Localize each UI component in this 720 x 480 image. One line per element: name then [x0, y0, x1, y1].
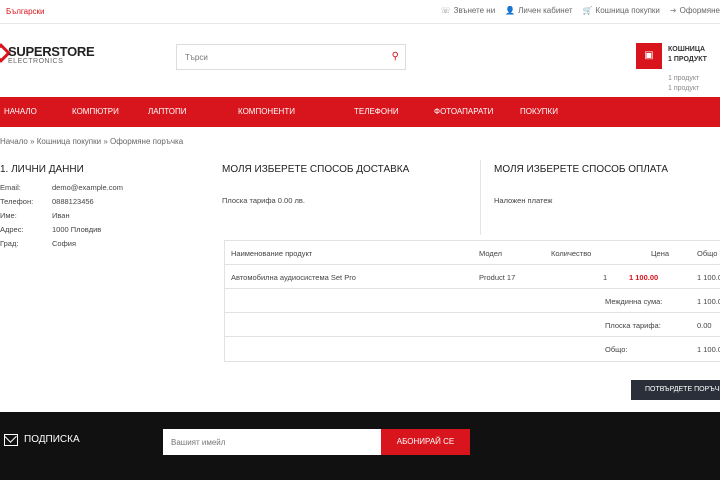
personal-data-section: 1. ЛИЧНИ ДАННИ Email: demo@example.com Те…: [0, 164, 210, 253]
logo-subtitle: ELECTRONICS: [8, 58, 64, 65]
cart-subline: 1 продукт: [668, 75, 700, 82]
cart-count: 1 ПРОДУКТ: [668, 56, 707, 63]
table-header: Наименование продукт Модел Количество Це…: [225, 241, 720, 265]
info-value: Иван: [52, 211, 70, 220]
summary-value: 0.00: [697, 321, 712, 330]
top-link-label: Оформяне: [679, 6, 720, 15]
top-link-phone[interactable]: ☏ Звънете ни: [441, 6, 496, 15]
payment-option[interactable]: Наложен платеж: [494, 196, 720, 205]
info-value: София: [52, 239, 77, 248]
nav-item-phones[interactable]: ТЕЛЕФОНИ: [354, 107, 399, 116]
payment-section: МОЛЯ ИЗБЕРЕТЕ СПОСОБ ОПЛАТА Наложен плат…: [494, 164, 720, 205]
store-logo[interactable]: SUPERSTORE ELECTRONICS: [0, 43, 112, 72]
summary-value: 1 100.00: [697, 297, 720, 306]
phone-icon: ☏: [440, 6, 451, 15]
main-nav: НАЧАЛО КОМПЮТРИ ЛАПТОПИ КОМПОНЕНТИ ТЕЛЕФ…: [0, 97, 720, 127]
product-qty: 1: [603, 273, 608, 282]
product-total: 1 100.00: [697, 273, 720, 282]
product-model: Product 17: [479, 273, 516, 282]
nav-item-components[interactable]: КОМПОНЕНТИ: [238, 107, 295, 116]
info-key: Email:: [0, 183, 21, 192]
subscribe-button[interactable]: АБОНИРАЙ СЕ: [381, 429, 470, 455]
delivery-section: МОЛЯ ИЗБЕРЕТЕ СПОСОБ ДОСТАВКА Плоска тар…: [222, 164, 472, 205]
newsletter-label: ПОДПИСКА: [24, 434, 80, 445]
search-input[interactable]: [177, 45, 377, 69]
top-link-checkout[interactable]: ➜ Оформяне: [670, 6, 720, 15]
search-box: ⚲: [176, 44, 406, 70]
top-link-label: Личен кабинет: [518, 6, 573, 15]
language-selector[interactable]: Български: [6, 7, 45, 16]
confirm-order-button[interactable]: ПОТВЪРДЕТЕ ПОРЪЧКАТА: [631, 380, 720, 400]
top-link-cart[interactable]: 🛒 Кошница покупки: [583, 6, 660, 15]
top-link-account[interactable]: 👤 Личен кабинет: [505, 6, 572, 15]
delivery-title: МОЛЯ ИЗБЕРЕТЕ СПОСОБ ДОСТАВКА: [222, 164, 410, 175]
info-key: Телефон:: [0, 197, 34, 206]
product-price: 1 100.00: [629, 273, 659, 282]
nav-item-cameras[interactable]: ФОТОАПАРАТИ: [434, 107, 493, 116]
info-row: Адрес: 1000 Пловдив: [0, 225, 210, 239]
header: SUPERSTORE ELECTRONICS ⚲ ▣ КОШНИЦА 1 ПРО…: [0, 24, 720, 97]
section-divider: [480, 160, 481, 235]
header-model: Модел: [479, 249, 503, 258]
summary-label: Общо:: [605, 345, 628, 354]
delivery-option[interactable]: Плоска тарифа 0.00 лв.: [222, 196, 472, 205]
envelope-icon: [4, 434, 18, 446]
info-key: Адрес:: [0, 225, 24, 234]
personal-data-title: 1. ЛИЧНИ ДАННИ: [0, 164, 84, 175]
info-value: 0888123456: [52, 197, 94, 206]
summary-value: 1 100.00: [697, 345, 720, 354]
info-value: demo@example.com: [52, 183, 123, 192]
user-icon: 👤: [505, 6, 516, 15]
summary-row: Плоска тарифа: 0.00: [225, 313, 720, 337]
table-row: Автомобилна аудиосистема Set Pro Product…: [225, 265, 720, 289]
info-row: Име: Иван: [0, 211, 210, 225]
info-row: Телефон: 0888123456: [0, 197, 210, 211]
cart-icon[interactable]: ▣: [636, 43, 662, 69]
nav-item-home[interactable]: НАЧАЛО: [4, 107, 37, 116]
header-price: Цена: [651, 249, 670, 258]
summary-label: Междинна сума:: [605, 297, 663, 306]
cart-title: КОШНИЦА: [668, 46, 706, 53]
top-links: ☏ Звънете ни 👤 Личен кабинет 🛒 Кошница поку…: [441, 6, 720, 15]
summary-row: Междинна сума: 1 100.00: [225, 289, 720, 313]
search-icon[interactable]: ⚲: [392, 51, 399, 62]
top-link-label: Звънете ни: [453, 6, 496, 15]
info-value: 1000 Пловдив: [52, 225, 102, 234]
payment-title: МОЛЯ ИЗБЕРЕТЕ СПОСОБ ОПЛАТА: [494, 164, 669, 175]
nav-item-shopping[interactable]: ПОКУПКИ: [520, 107, 558, 116]
newsletter-email-input[interactable]: [163, 429, 381, 455]
summary-label: Плоска тарифа:: [605, 321, 661, 330]
cart-subline: 1 продукт: [668, 85, 700, 92]
breadcrumb[interactable]: Начало » Кошница покупки » Оформяне поръ…: [0, 137, 183, 146]
header-qty: Количество: [551, 249, 592, 258]
summary-row: Общо: 1 100.00: [225, 337, 720, 361]
header-name: Наименование продукт: [231, 249, 313, 258]
header-total: Общо: [697, 249, 718, 258]
logo-name: SUPERSTORE: [8, 44, 95, 59]
nav-item-computers[interactable]: КОМПЮТРИ: [72, 107, 119, 116]
info-key: Град:: [0, 239, 19, 248]
footer-newsletter: ПОДПИСКА АБОНИРАЙ СЕ: [0, 412, 720, 480]
info-row: Град: София: [0, 239, 210, 253]
product-name[interactable]: Автомобилна аудиосистема Set Pro: [231, 273, 356, 282]
order-table: Наименование продукт Модел Количество Це…: [224, 240, 720, 362]
nav-item-laptops[interactable]: ЛАПТОПИ: [148, 107, 187, 116]
info-row: Email: demo@example.com: [0, 183, 210, 197]
info-key: Име:: [0, 211, 17, 220]
cart-icon: 🛒: [582, 6, 593, 15]
top-link-label: Кошница покупки: [595, 6, 660, 15]
check-icon: ➜: [669, 6, 677, 15]
top-bar: Български ☏ Звънете ни 👤 Личен кабинет 🛒 Ко…: [0, 0, 720, 24]
